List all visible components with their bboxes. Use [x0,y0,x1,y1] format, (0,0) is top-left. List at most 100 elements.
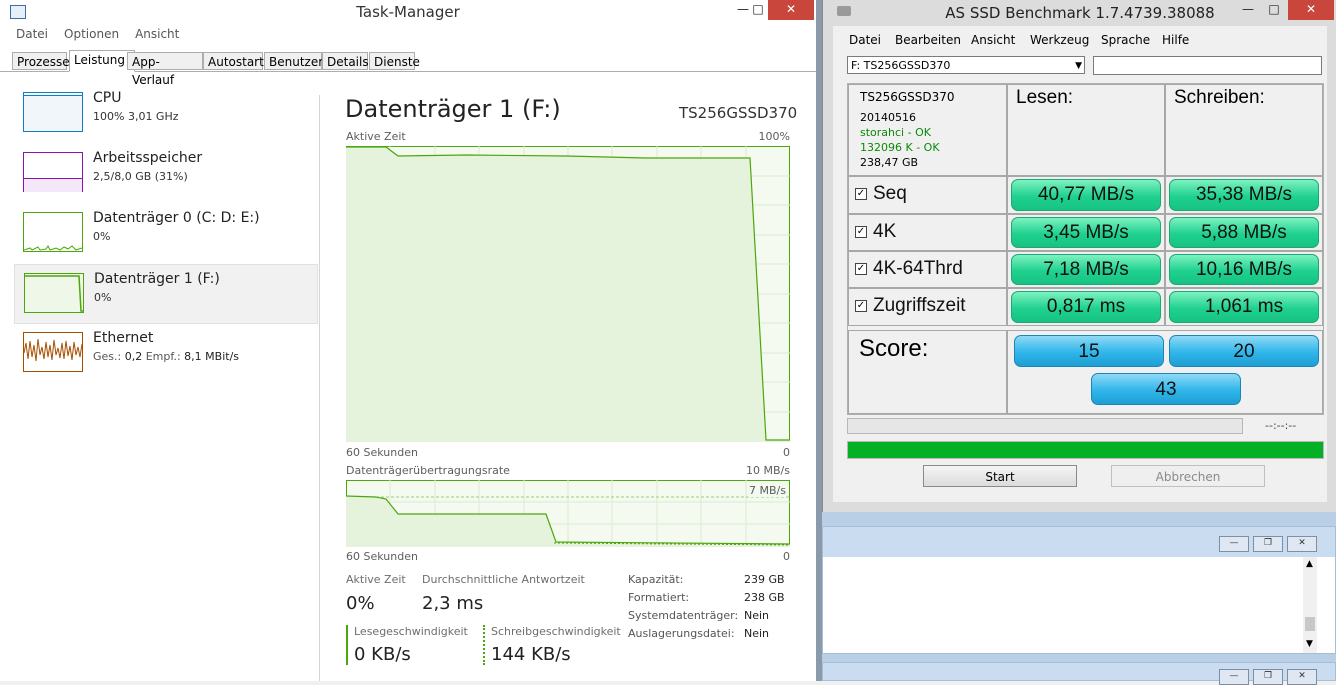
sidebar-item-disk0[interactable]: Datenträger 0 (C: D: E:) 0% [14,204,316,262]
chart2-xleft: 60 Sekunden [346,550,418,563]
score-write: 20 [1169,335,1319,367]
bg-minimize-button[interactable]: — [1219,536,1249,552]
small-progress-bar [847,418,1243,434]
info-firmware: 20140516 [860,111,916,124]
write-speed-label: Schreibgeschwindigkeit [491,625,621,638]
active-time-value: 0% [346,593,375,614]
bg-close-button[interactable]: ✕ [1287,536,1317,552]
page-title: Datenträger 1 (F:) [345,95,561,123]
drive-select[interactable]: F: TS256GSSD370 ▼ [847,56,1085,74]
bg2-restore-button[interactable]: ❐ [1253,669,1283,685]
cancel-button[interactable]: Abbrechen [1111,465,1265,487]
bg-scrollbar[interactable]: ▲ ▼ [1303,557,1317,653]
close-button[interactable]: ✕ [1288,0,1334,20]
minimize-button[interactable]: — [1235,0,1261,20]
background-window-1: — ❐ ✕ ▲ ▼ [822,526,1336,654]
prop-formatted-value: 238 GB [744,591,785,604]
menu-sprache[interactable]: Sprache [1101,33,1150,47]
results-grid: TS256GSSD370 20140516 storahci - OK 1320… [847,83,1324,415]
access-time-checkbox[interactable]: ✓ [855,300,867,312]
menu-werkzeug[interactable]: Werkzeug [1030,33,1089,47]
read-header: Lesen: [1007,84,1165,176]
tab-prozesse[interactable]: Prozesse [12,52,70,70]
chart1-max: 100% [758,130,790,143]
seq-checkbox[interactable]: ✓ [855,188,867,200]
response-time-value: 2,3 ms [422,593,484,614]
response-time-label: Durchschnittliche Antwortzeit [422,573,585,586]
sidebar-item-disk1[interactable]: Datenträger 1 (F:) 0% [14,264,318,324]
disk-model: TS256GSSD370 [679,104,798,122]
tab-app-verlauf[interactable]: App-Verlauf [127,52,203,87]
bg2-close-button[interactable]: ✕ [1287,669,1317,685]
prop-formatted-key: Formatiert: [628,591,690,604]
scroll-down-icon[interactable]: ▼ [1306,639,1313,649]
scroll-up-icon[interactable]: ▲ [1306,559,1313,569]
bg-restore-button[interactable]: ❐ [1253,536,1283,552]
close-button[interactable]: ✕ [768,0,814,20]
tab-dienste[interactable]: Dienste [369,52,420,70]
seq-read-cell: 40,77 MB/s [1007,176,1165,214]
info-alignment: 132096 K - OK [860,141,940,154]
write-header: Schreiben: [1165,84,1323,176]
drive-text-field[interactable] [1093,56,1322,75]
menu-optionen[interactable]: Optionen [64,27,119,41]
tab-details[interactable]: Details [322,52,369,70]
scroll-thumb[interactable] [1305,617,1315,631]
write-speed-marker [483,625,485,665]
row-access-time: ✓ Zugriffszeit [848,288,1007,326]
tab-autostart[interactable]: Autostart [203,52,264,70]
maximize-button[interactable]: □ [1263,0,1285,20]
tab-benutzer[interactable]: Benutzer [264,52,323,70]
maximize-button[interactable]: □ [748,0,768,20]
access-time-read-value: 0,817 ms [1011,291,1161,323]
score-label: Score: [859,335,929,362]
disk0-thumbnail [23,212,83,252]
sidebar-item-detail: 100% 3,01 GHz [93,110,179,123]
score-cell: 15 20 43 [1007,330,1323,414]
read-header-label: Lesen: [1016,87,1074,108]
4k-write-cell: 5,88 MB/s [1165,214,1323,251]
memory-thumbnail [23,152,83,192]
write-speed-value: 144 KB/s [491,644,571,665]
menu-datei[interactable]: Datei [16,27,48,41]
prop-system-key: Systemdatenträger: [628,609,739,622]
score-label-cell: Score: [848,330,1007,414]
background-window-2: — ❐ ✕ [822,662,1336,685]
menu-ansicht[interactable]: Ansicht [971,33,1015,47]
access-write-cell: 1,061 ms [1165,288,1323,326]
menu-bearbeiten[interactable]: Bearbeiten [895,33,961,47]
menu-hilfe[interactable]: Hilfe [1162,33,1189,47]
prop-pagefile-key: Auslagerungsdatei: [628,627,735,640]
sidebar-item-detail: 0% [94,291,112,304]
row-4k: ✓ 4K [848,214,1007,251]
transfer-rate-chart: 7 MB/s [346,480,790,547]
4k-checkbox[interactable]: ✓ [855,226,867,238]
sidebar-item-ethernet[interactable]: Ethernet Ges.: 0,2 Empf.: 8,1 MBit/s [14,324,316,382]
info-driver: storahci - OK [860,126,931,139]
sidebar-item-cpu[interactable]: CPU 100% 3,01 GHz [14,84,316,142]
task-manager-window: Task-Manager — □ ✕ Datei Optionen Ansicht … [0,0,817,681]
sidebar-item-memory[interactable]: Arbeitsspeicher 2,5/8,0 GB (31%) [14,144,316,202]
menu-ansicht[interactable]: Ansicht [135,27,179,41]
prop-capacity-key: Kapazität: [628,573,684,586]
tab-leistung[interactable]: Leistung [69,50,135,72]
access-read-cell: 0,817 ms [1007,288,1165,326]
row-label: Zugriffszeit [873,295,966,316]
4k-64thrd-checkbox[interactable]: ✓ [855,263,867,275]
4k64-write-cell: 10,16 MB/s [1165,251,1323,288]
disk1-thumbnail [24,273,84,313]
start-button[interactable]: Start [923,465,1077,487]
access-time-write-value: 1,061 ms [1169,291,1319,323]
sidebar-item-label: Datenträger 1 (F:) [94,271,220,287]
prop-pagefile-value: Nein [744,627,770,640]
write-header-label: Schreiben: [1174,87,1265,108]
row-label: 4K [873,221,897,242]
ethernet-thumbnail [23,332,83,372]
menu-datei[interactable]: Datei [849,33,881,47]
chevron-down-icon: ▼ [1075,61,1082,71]
score-total: 43 [1091,373,1241,405]
bg2-minimize-button[interactable]: — [1219,669,1249,685]
prop-system-value: Nein [744,609,770,622]
elapsed-time: --:--:-- [1265,419,1297,432]
bg-window-content [823,557,1335,653]
